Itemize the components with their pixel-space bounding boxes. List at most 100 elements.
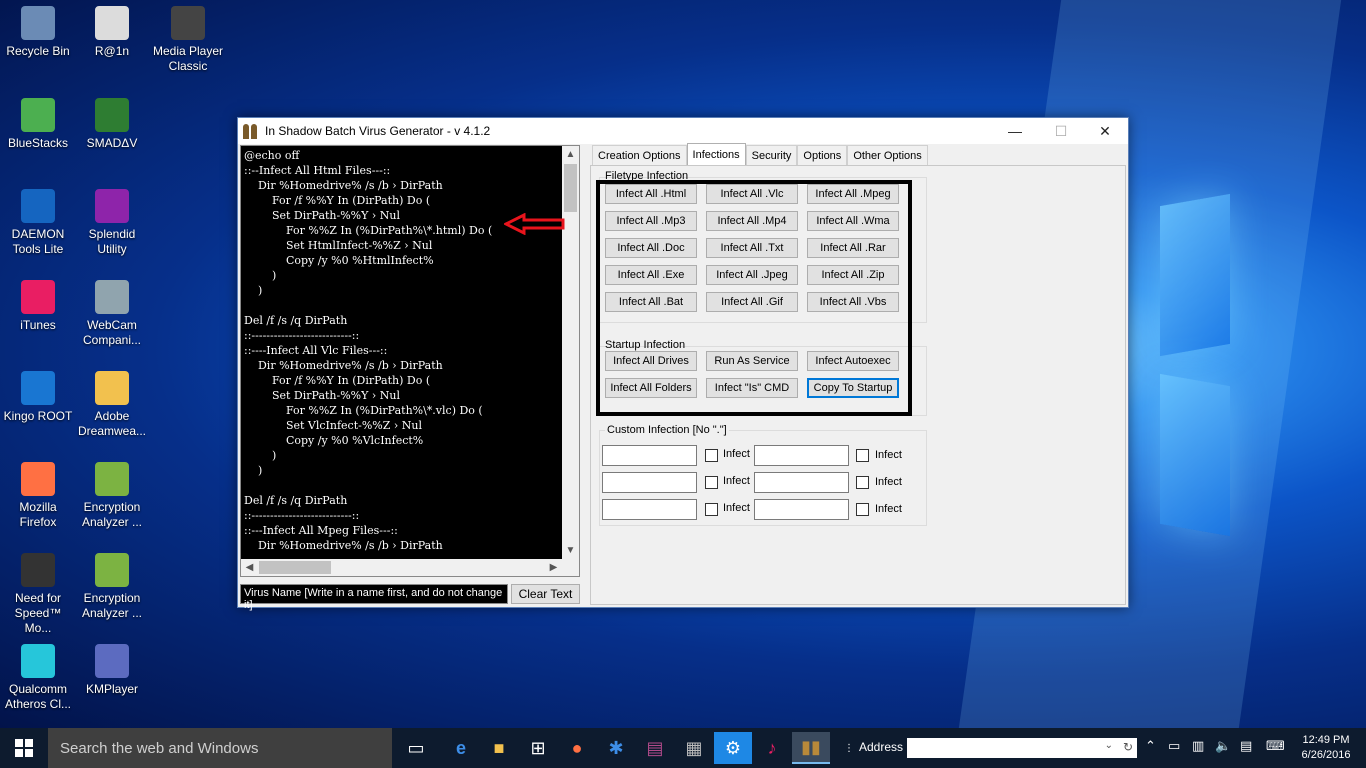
- infect-all-mp4-button[interactable]: Infect All .Mp4: [706, 211, 798, 231]
- store-icon[interactable]: ⊞: [519, 732, 557, 764]
- desktop-icon[interactable]: Qualcomm Atheros Cl...: [0, 644, 76, 712]
- desktop-icon[interactable]: Encryption Analyzer ...: [74, 462, 150, 530]
- vertical-scroll-thumb[interactable]: [564, 164, 577, 212]
- scroll-left-arrow-icon[interactable]: ◀: [241, 559, 258, 576]
- file-explorer-icon[interactable]: ■: [480, 732, 518, 764]
- infect-checkbox[interactable]: [856, 476, 869, 489]
- infect-all-doc-button[interactable]: Infect All .Doc: [605, 238, 697, 258]
- tab-creation-options[interactable]: Creation Options: [592, 145, 687, 165]
- infect-all-vbs-button[interactable]: Infect All .Vbs: [807, 292, 899, 312]
- infect-all-exe-button[interactable]: Infect All .Exe: [605, 265, 697, 285]
- desktop-icon[interactable]: Splendid Utility: [74, 189, 150, 257]
- desktop-icon[interactable]: Kingo ROOT: [0, 371, 76, 424]
- custom-extension-input[interactable]: [602, 472, 697, 493]
- custom-extension-input[interactable]: [602, 499, 697, 520]
- infect-all-drives-button[interactable]: Infect All Drives: [605, 351, 697, 371]
- infect-checkbox[interactable]: [856, 449, 869, 462]
- desktop-icon[interactable]: Media Player Classic: [150, 6, 226, 74]
- desktop-icon[interactable]: KMPlayer: [74, 644, 150, 697]
- desktop-icon[interactable]: Adobe Dreamwea...: [74, 371, 150, 439]
- desktop-icon[interactable]: Encryption Analyzer ...: [74, 553, 150, 621]
- task-view-icon[interactable]: ▭: [397, 732, 435, 764]
- title-bar[interactable]: In Shadow Batch Virus Generator - v 4.1.…: [238, 118, 1128, 144]
- smadav-icon: [95, 98, 129, 132]
- infect-checkbox[interactable]: [705, 476, 718, 489]
- custom-extension-input[interactable]: [754, 472, 849, 493]
- refresh-icon[interactable]: ↻: [1123, 740, 1133, 754]
- firefox-icon: [21, 462, 55, 496]
- infect-checkbox[interactable]: [856, 503, 869, 516]
- infect-all-bat-button[interactable]: Infect All .Bat: [605, 292, 697, 312]
- infect-checkbox[interactable]: [705, 449, 718, 462]
- settings-icon[interactable]: ⚙: [714, 732, 752, 764]
- infect-all-gif-button[interactable]: Infect All .Gif: [706, 292, 798, 312]
- network-icon[interactable]: ▥: [1192, 738, 1204, 754]
- desktop-icon[interactable]: BlueStacks: [0, 98, 76, 151]
- custom-extension-input[interactable]: [602, 445, 697, 466]
- custom-extension-input[interactable]: [754, 499, 849, 520]
- infect-all-wma-button[interactable]: Infect All .Wma: [807, 211, 899, 231]
- winrar-icon[interactable]: ▤: [636, 732, 674, 764]
- infect-all-mp3-button[interactable]: Infect All .Mp3: [605, 211, 697, 231]
- volume-icon[interactable]: 🔈: [1215, 738, 1231, 754]
- address-input[interactable]: ⌄ ↻: [907, 738, 1137, 758]
- show-hidden-icons-icon[interactable]: ⌃: [1145, 738, 1156, 754]
- desktop-icon[interactable]: SMADΔV: [74, 98, 150, 151]
- infect-all-rar-button[interactable]: Infect All .Rar: [807, 238, 899, 258]
- action-center-icon[interactable]: ▤: [1240, 738, 1252, 754]
- horizontal-scrollbar[interactable]: ◀ ▶: [241, 559, 579, 576]
- close-button[interactable]: ✕: [1082, 118, 1128, 144]
- virus-name-input[interactable]: Virus Name [Write in a name first, and d…: [240, 584, 508, 611]
- run-as-service-button[interactable]: Run As Service: [706, 351, 798, 371]
- desktop-icon[interactable]: Recycle Bin: [0, 6, 76, 59]
- infect-all-html-button[interactable]: Infect All .Html: [605, 184, 697, 204]
- itunes-taskbar-icon[interactable]: ♪: [753, 732, 791, 764]
- scroll-right-arrow-icon[interactable]: ▶: [545, 559, 562, 576]
- infect-checkbox[interactable]: [705, 503, 718, 516]
- media-player-icon: [171, 6, 205, 40]
- scroll-up-arrow-icon[interactable]: ▲: [562, 146, 579, 163]
- infect-all-vlc-button[interactable]: Infect All .Vlc: [706, 184, 798, 204]
- clear-text-button[interactable]: Clear Text: [511, 584, 580, 604]
- tab-security[interactable]: Security: [745, 145, 798, 165]
- infect-all-jpeg-button[interactable]: Infect All .Jpeg: [706, 265, 798, 285]
- scroll-down-arrow-icon[interactable]: ▼: [562, 542, 579, 559]
- desktop-icon-label: Encryption Analyzer ...: [81, 591, 143, 620]
- vertical-scrollbar[interactable]: ▲ ▼: [562, 146, 579, 559]
- maximize-button[interactable]: ☐: [1038, 118, 1084, 144]
- chevron-down-icon[interactable]: ⌄: [1105, 740, 1113, 751]
- minimize-button[interactable]: —: [992, 118, 1038, 144]
- copy-to-startup-button[interactable]: Copy To Startup: [807, 378, 899, 398]
- batch-virus-generator-window[interactable]: In Shadow Batch Virus Generator - v 4.1.…: [237, 117, 1129, 611]
- firefox-taskbar-icon[interactable]: ●: [558, 732, 596, 764]
- infect-all-folders-button[interactable]: Infect All Folders: [605, 378, 697, 398]
- app-icon: [243, 123, 259, 139]
- infect-autoexec-button[interactable]: Infect Autoexec: [807, 351, 899, 371]
- infect-is-cmd-button[interactable]: Infect "Is" CMD: [706, 378, 798, 398]
- horizontal-scroll-thumb[interactable]: [259, 561, 331, 574]
- infect-all-zip-button[interactable]: Infect All .Zip: [807, 265, 899, 285]
- battery-icon[interactable]: ▭: [1168, 738, 1180, 754]
- desktop-icon[interactable]: R@1n: [74, 6, 150, 59]
- custom-extension-input[interactable]: [754, 445, 849, 466]
- code-editor[interactable]: @echo off::--Infect All Html Files---:: …: [240, 145, 580, 577]
- firewall-icon[interactable]: ▦: [675, 732, 713, 764]
- desktop-icon[interactable]: DAEMON Tools Lite: [0, 189, 76, 257]
- desktop-icon[interactable]: Need for Speed™ Mo...: [0, 553, 76, 636]
- system-clock[interactable]: 12:49 PM 6/26/2016: [1296, 733, 1356, 763]
- edge-browser-icon[interactable]: e: [442, 732, 480, 764]
- infect-all-mpeg-button[interactable]: Infect All .Mpeg: [807, 184, 899, 204]
- desktop-icon[interactable]: iTunes: [0, 280, 76, 333]
- batch-generator-taskbar-icon[interactable]: ▮▮: [792, 732, 830, 764]
- tab-options[interactable]: Options: [797, 145, 848, 165]
- start-button[interactable]: [0, 728, 48, 768]
- tab-other-options[interactable]: Other Options: [847, 145, 928, 165]
- desktop-icon[interactable]: Mozilla Firefox: [0, 462, 76, 530]
- infect-all-txt-button[interactable]: Infect All .Txt: [706, 238, 798, 258]
- keyboard-icon[interactable]: ⌨: [1266, 738, 1285, 754]
- taskbar-search-box[interactable]: Search the web and Windows: [48, 728, 392, 768]
- bluetooth-icon[interactable]: ✱: [597, 732, 635, 764]
- code-text[interactable]: @echo off::--Infect All Html Files---:: …: [244, 148, 564, 558]
- tab-infections[interactable]: Infections: [686, 143, 746, 165]
- desktop-icon[interactable]: WebCam Compani...: [74, 280, 150, 348]
